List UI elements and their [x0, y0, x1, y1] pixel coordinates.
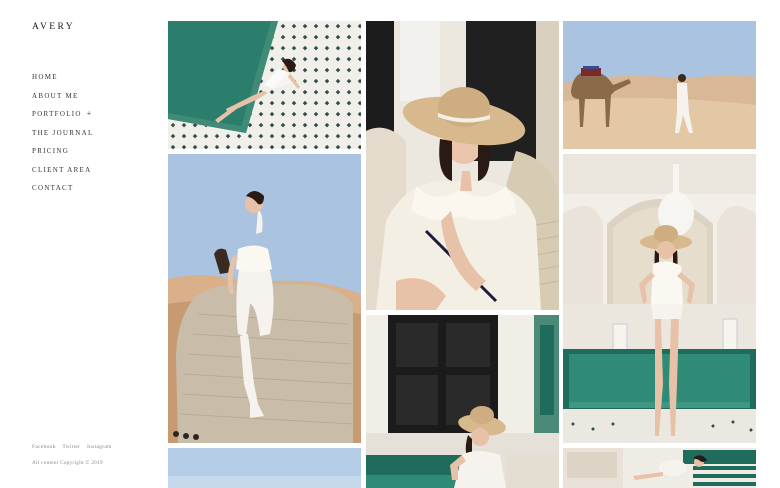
site-logo[interactable]: AVERY — [32, 22, 75, 32]
nav-item-portfolio[interactable]: PORTFOLIO + — [32, 109, 94, 128]
seated-on-camel-image — [168, 154, 361, 443]
nav-item-label: PRICING — [32, 147, 70, 155]
photo-black-door[interactable] — [366, 315, 559, 488]
photo-striped-cushion[interactable] — [563, 448, 756, 488]
main-nav: HOME ABOUT ME PORTFOLIO + THE JOURNAL PRI… — [32, 72, 94, 202]
desert-sky-image — [168, 448, 361, 488]
photo-poolside-lounge[interactable] — [168, 21, 361, 149]
photo-straw-hat-wicker[interactable] — [366, 21, 559, 310]
photo-seated-on-camel[interactable] — [168, 154, 361, 443]
nav-item-home[interactable]: HOME — [32, 72, 94, 91]
nav-item-client-area[interactable]: CLIENT AREA — [32, 165, 94, 184]
nav-item-contact[interactable]: CONTACT — [32, 183, 94, 202]
nav-item-the-journal[interactable]: THE JOURNAL — [32, 128, 94, 147]
facebook-link[interactable]: Facebook — [32, 444, 56, 450]
instagram-link[interactable]: Instagram — [87, 444, 112, 450]
nav-item-label: HOME — [32, 73, 58, 81]
nav-item-pricing[interactable]: PRICING — [32, 146, 94, 165]
nav-item-label: PORTFOLIO — [32, 110, 82, 118]
photo-courtyard-pool[interactable] — [563, 154, 756, 443]
nav-item-about-me[interactable]: ABOUT ME — [32, 91, 94, 110]
striped-cushion-image — [563, 448, 756, 488]
nav-item-label: CLIENT AREA — [32, 165, 92, 174]
nav-item-label: THE JOURNAL — [32, 128, 94, 137]
courtyard-pool-image — [563, 154, 756, 443]
straw-hat-wicker-image — [366, 21, 559, 310]
twitter-link[interactable]: Twitter — [62, 444, 80, 450]
nav-item-label: ABOUT ME — [32, 91, 79, 100]
sidebar: AVERY HOME ABOUT ME PORTFOLIO + THE JOURN… — [0, 0, 160, 488]
photo-desert-camel-walk[interactable] — [563, 21, 756, 149]
social-links: Facebook Twitter Instagram — [32, 444, 117, 450]
copyright-text: All content Copyright © 2019 — [32, 460, 103, 466]
nav-item-label: CONTACT — [32, 184, 74, 192]
expand-plus-icon[interactable]: + — [87, 109, 93, 118]
black-door-image — [366, 315, 559, 488]
photo-desert-sky[interactable] — [168, 448, 361, 488]
desert-camel-walk-image — [563, 21, 756, 149]
poolside-lounge-image — [168, 21, 361, 149]
